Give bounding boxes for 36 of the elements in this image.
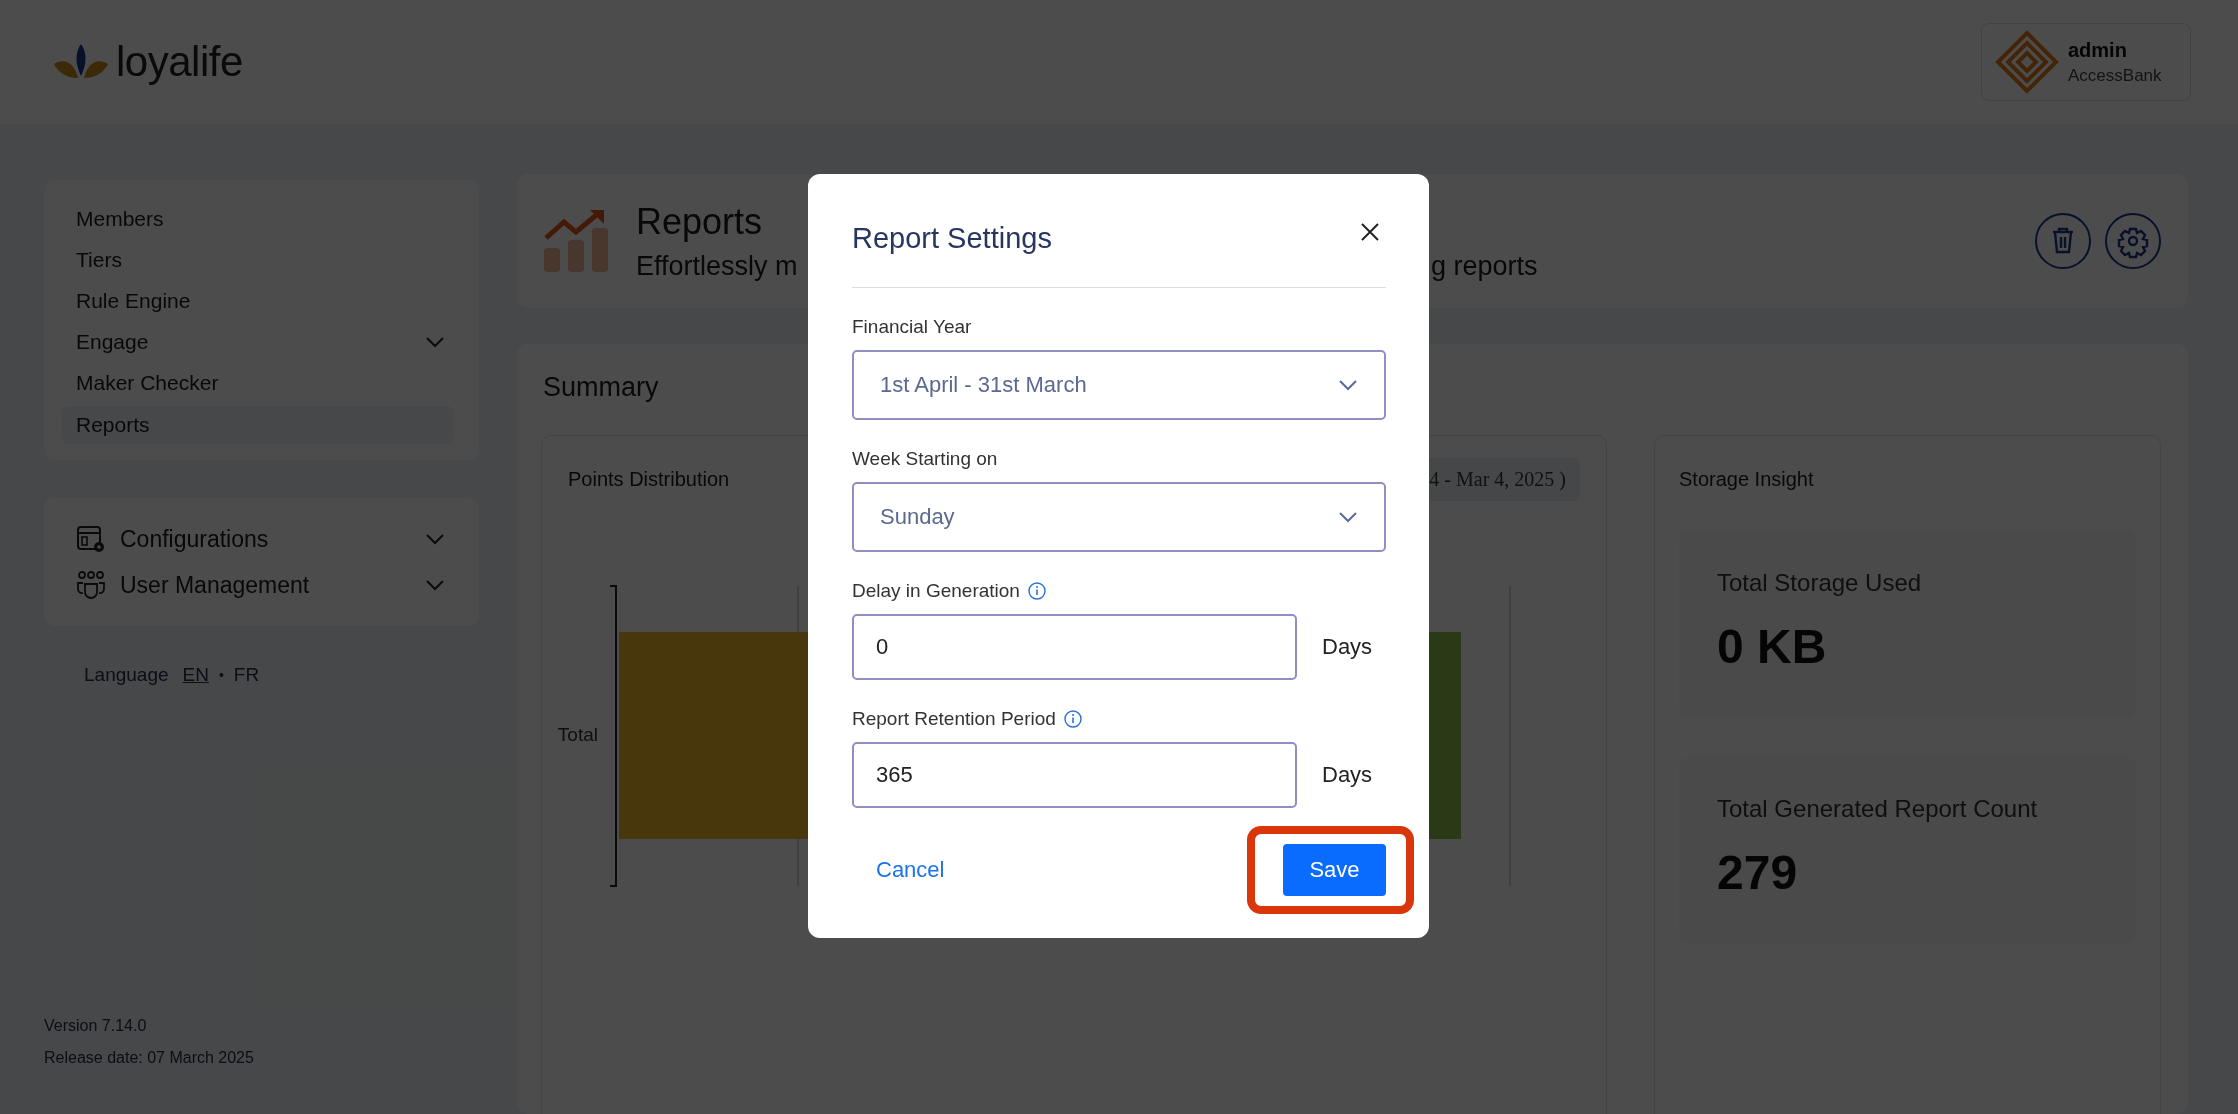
separator-dot: •	[218, 667, 224, 683]
stat-label: Total Storage Used	[1717, 569, 1923, 597]
section-title: Summary	[543, 372, 659, 403]
organization-name: AccessBank	[2068, 65, 2162, 86]
field-label: Week Starting on	[852, 448, 998, 470]
card-title: Storage Insight	[1679, 467, 1815, 491]
unit-label: Days	[1322, 634, 1373, 660]
dropdown-field[interactable]: 1st April - 31st March	[852, 350, 1386, 420]
field-label: Financial Year	[852, 316, 972, 338]
user-name: admin	[2068, 38, 2128, 62]
page-subtitle: Effortlessly m	[636, 250, 798, 282]
close-icon[interactable]	[1360, 222, 1380, 242]
chevron-icon	[1338, 511, 1358, 523]
card-title: Points Distribution	[568, 468, 730, 491]
field-label: Report Retention Period	[852, 708, 1056, 730]
page-subtitle: g reports	[1431, 250, 1539, 282]
logo-text: loyalife	[116, 38, 243, 86]
dropdown-field[interactable]: Sunday	[852, 482, 1386, 552]
axis-label: Total	[557, 724, 598, 745]
field-label: Delay in Generation	[852, 580, 1020, 602]
input-field[interactable]: 365	[852, 742, 1297, 808]
unit-label: Days	[1322, 762, 1373, 788]
info-icon[interactable]	[1063, 710, 1082, 728]
stat-value: 0 KB	[1717, 619, 1828, 674]
language-label: Language	[84, 664, 169, 686]
input-field[interactable]: 0	[852, 614, 1297, 680]
dialog-title: Report Settings	[852, 222, 1052, 255]
cancel-link[interactable]: Cancel	[876, 857, 945, 883]
stat-label: Total Generated Report Count	[1717, 795, 2039, 823]
chevron-icon	[1338, 379, 1358, 391]
page-title: Reports	[636, 200, 763, 243]
release-date: Release date: 07 March 2025	[44, 1048, 255, 1068]
stat-value: 279	[1717, 845, 1799, 900]
save-button[interactable]: Save	[1283, 844, 1386, 896]
info-icon[interactable]	[1027, 582, 1046, 600]
version-text: Version 7.14.0	[44, 1016, 148, 1036]
